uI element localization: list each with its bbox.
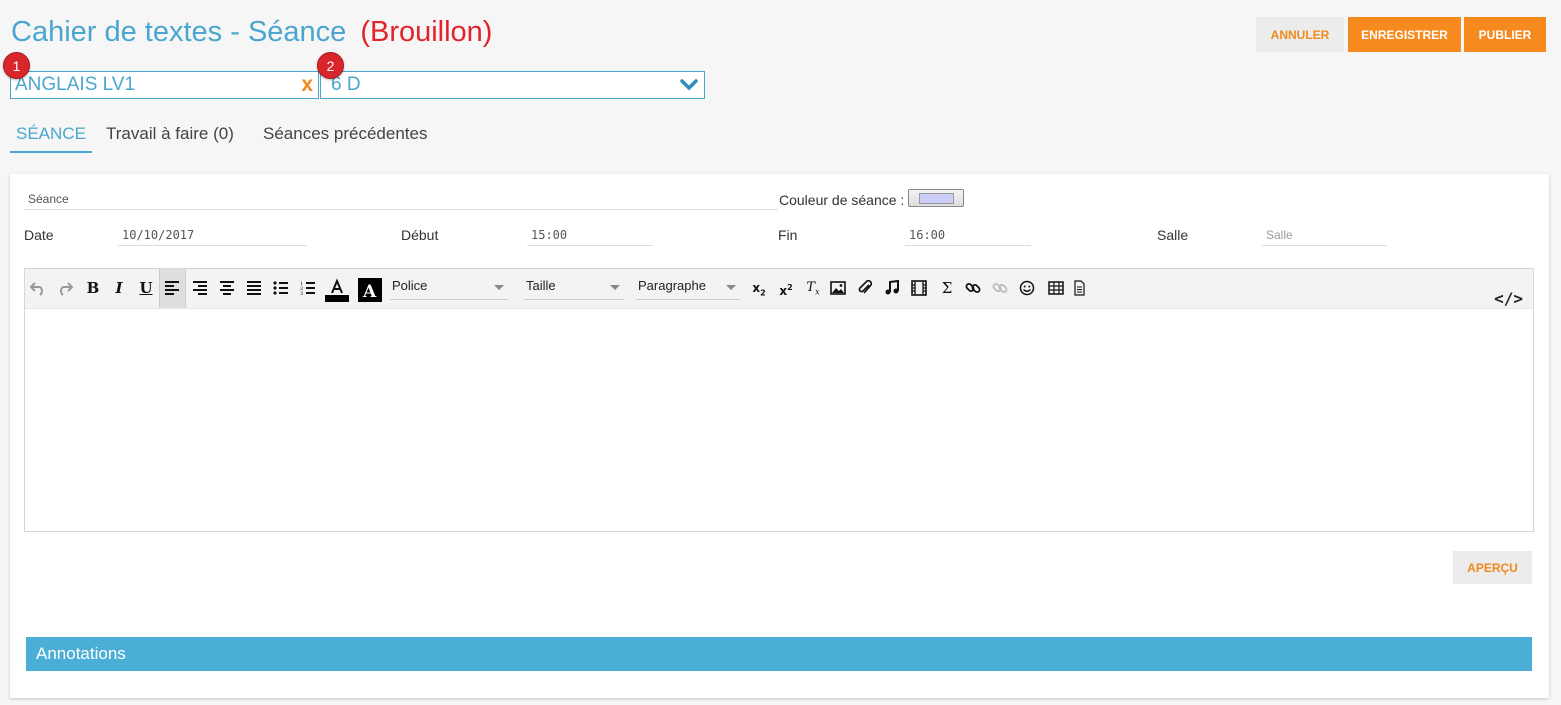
font-size-select[interactable]: Taille [524,278,624,300]
fin-label: Fin [778,227,798,243]
paragraph-format-select[interactable]: Paragraphe [636,278,740,300]
caret-down-icon [610,285,620,290]
callout-badge-2: 2 [317,52,344,79]
align-justify-icon[interactable] [246,281,262,295]
formula-icon[interactable]: Σ [937,278,957,298]
preview-button[interactable]: APERÇU [1453,551,1532,584]
draft-status: (Brouillon) [360,16,493,48]
chevron-down-icon[interactable] [680,78,698,92]
subject-value: ANGLAIS LV1 [15,74,136,95]
save-button[interactable]: ENREGISTRER [1348,17,1461,52]
redo-icon[interactable] [56,280,74,296]
annotations-section-header[interactable]: Annotations [26,637,1532,671]
tab-travail[interactable]: Travail à faire (0) [106,124,234,144]
attachment-icon[interactable] [857,279,873,297]
editor-content-area[interactable] [25,310,1533,531]
tab-seance[interactable]: SÉANCE [10,124,92,153]
rich-text-editor[interactable]: B I U 123 A Police Taille Paragraphe x2 … [24,268,1534,532]
undo-icon[interactable] [29,280,47,296]
background-color-icon[interactable]: A [358,278,382,302]
font-size-label: Taille [526,278,556,293]
color-preview [919,193,954,204]
page-title-text: Cahier de textes - Séance [11,16,347,48]
couleur-label: Couleur de séance : [779,192,905,208]
debut-label: Début [401,227,439,243]
annotations-title: Annotations [36,644,126,663]
paragraph-format-label: Paragraphe [638,278,706,293]
superscript-icon[interactable]: x2 [776,278,796,301]
date-label: Date [24,227,54,243]
bullet-list-icon[interactable] [273,281,289,295]
debut-input[interactable]: 15:00 [527,224,653,246]
cancel-button[interactable]: ANNULER [1256,17,1344,52]
subject-select[interactable]: ANGLAIS LV1 x [10,71,319,99]
text-color-icon[interactable] [325,278,349,302]
fin-input[interactable]: 16:00 [905,224,1031,246]
clear-format-icon[interactable]: Tx [803,278,823,303]
image-icon[interactable] [830,281,846,295]
emoji-icon[interactable] [1019,280,1035,296]
numbered-list-icon[interactable]: 123 [300,280,316,296]
link-icon[interactable] [965,280,981,296]
seance-title-input[interactable]: Séance [24,188,778,210]
caret-down-icon [494,285,504,290]
salle-input[interactable]: Salle [1262,224,1387,246]
page-title: Cahier de textes - Séance (Brouillon) [11,16,492,49]
svg-text:3: 3 [300,291,303,296]
caret-down-icon [726,285,736,290]
font-family-select[interactable]: Police [390,278,508,300]
align-center-icon[interactable] [219,281,235,295]
align-left-icon[interactable] [164,281,180,295]
publish-button[interactable]: PUBLIER [1464,17,1546,52]
clear-subject-icon[interactable]: x [301,73,313,97]
callout-badge-1: 1 [3,52,30,79]
editor-toolbar: B I U 123 A Police Taille Paragraphe x2 … [25,269,1533,309]
video-icon[interactable] [911,280,927,296]
align-right-icon[interactable] [192,281,208,295]
table-icon[interactable] [1048,281,1064,295]
underline-icon[interactable]: U [136,278,156,298]
tab-seances-precedentes[interactable]: Séances précédentes [263,124,427,144]
class-select[interactable]: 6 D [320,71,705,99]
unlink-icon[interactable] [992,280,1008,296]
subscript-icon[interactable]: x2 [749,278,769,303]
source-code-icon[interactable]: </> [1494,289,1523,308]
audio-icon[interactable] [884,280,900,296]
salle-label: Salle [1157,227,1189,243]
seance-panel: Séance Couleur de séance : Date 10/10/20… [10,174,1549,698]
italic-icon[interactable]: I [109,278,129,298]
template-icon[interactable] [1071,280,1087,296]
font-family-label: Police [392,278,428,293]
date-input[interactable]: 10/10/2017 [118,224,307,246]
color-picker-button[interactable] [908,189,964,207]
page: Cahier de textes - Séance (Brouillon) ANN… [0,0,1561,705]
svg-text:A: A [362,282,377,302]
bold-icon[interactable]: B [83,278,103,298]
